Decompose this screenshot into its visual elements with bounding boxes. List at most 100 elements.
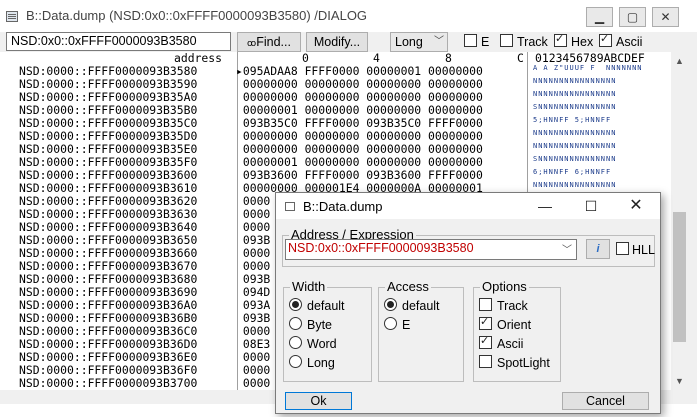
dialog-minimize-icon[interactable]: — (534, 197, 556, 215)
close-button[interactable]: ✕ (652, 7, 679, 27)
width-radio-word[interactable]: Word (289, 336, 337, 351)
header-col-c: C (517, 52, 524, 65)
hll-checkbox-box (616, 242, 629, 255)
access-radio-e[interactable]: E (384, 317, 410, 332)
dump-row-ascii: NNNNNNNNNNNNNNNN (533, 181, 617, 189)
expression-input[interactable]: NSD:0x0::0xFFFF0000093B3580 ﹀ (285, 239, 577, 260)
hex-checkbox-label: Hex (571, 35, 594, 49)
access-option-label: E (402, 318, 411, 332)
option-label: Track (497, 299, 528, 313)
e-checkbox-box (464, 34, 477, 47)
track-checkbox-label: Track (517, 35, 548, 49)
scroll-up-icon[interactable]: ▲ (675, 56, 684, 66)
hll-checkbox[interactable]: HLL (616, 242, 655, 257)
scroll-down-icon[interactable]: ▼ (675, 376, 684, 386)
chevron-down-icon: ﹀ (434, 36, 444, 47)
expression-value: NSD:0x0::0xFFFF0000093B3580 (288, 241, 474, 255)
dump-row-ascii: 6;HNNFF 6;HNNFF (533, 168, 612, 176)
width-option-label: Long (307, 356, 335, 370)
info-icon: i (596, 243, 600, 255)
hll-label: HLL (632, 243, 655, 257)
toolbar: NSD:0x0::0xFFFF0000093B3580 ꝏFind... Mod… (0, 32, 697, 52)
vertical-scrollbar[interactable]: ▲ ▼ (671, 52, 689, 390)
binoculars-icon: ꝏ (247, 38, 257, 48)
width-option-label: Byte (307, 318, 333, 332)
dump-row-ascii: NNNNNNNNNNNNNNNN (533, 142, 617, 150)
dialog-maximize-icon[interactable]: ☐ (580, 197, 602, 215)
options-group: Options Track Orient Ascii SpotLight (473, 279, 561, 382)
dump-row-address: NSD:0000::FFFF0000093B3700 (19, 376, 198, 390)
title-bar: B::Data.dump (NSD:0x0::0xFFFF0000093B358… (0, 0, 697, 32)
width-radio-long[interactable]: Long (289, 355, 335, 370)
access-radio-default[interactable]: default (384, 298, 440, 313)
chevron-down-icon[interactable]: ﹀ (562, 241, 572, 256)
option-label: SpotLight (497, 356, 550, 370)
radio-button (289, 355, 302, 368)
checkbox-box (479, 355, 492, 368)
checkbox-box (479, 334, 492, 349)
dump-row-ascii: NNNNNNNNNNNNNNNN (533, 90, 617, 98)
address-input[interactable]: NSD:0x0::0xFFFF0000093B3580 (6, 32, 231, 51)
radio-button (289, 317, 302, 330)
width-select-value: Long (395, 35, 423, 49)
option-label: Ascii (497, 337, 524, 351)
dialog-window-icon (285, 202, 295, 211)
close-icon: ✕ (660, 10, 671, 24)
modify-button[interactable]: Modify... (306, 32, 368, 52)
width-radio-default[interactable]: default (289, 298, 345, 313)
access-group: Access default E (378, 279, 464, 382)
width-radio-byte[interactable]: Byte (289, 317, 332, 332)
checkbox-box (479, 298, 492, 311)
option-orient-checkbox[interactable]: Orient (479, 315, 532, 332)
scroll-thumb[interactable] (673, 212, 686, 342)
option-track-checkbox[interactable]: Track (479, 298, 528, 313)
window-title: B::Data.dump (NSD:0x0::0xFFFF0000093B358… (26, 8, 368, 23)
hex-checkbox[interactable]: Hex (554, 32, 594, 50)
width-option-label: Word (307, 337, 337, 351)
width-group: Width default Byte Word Long (283, 279, 372, 382)
info-button[interactable]: i (586, 239, 610, 259)
find-button[interactable]: ꝏFind... (237, 32, 301, 52)
ascii-checkbox-box (599, 32, 612, 47)
cancel-button[interactable]: Cancel (562, 392, 649, 410)
width-option-label: default (307, 299, 345, 313)
track-checkbox-box (500, 34, 513, 47)
radio-button (384, 298, 397, 311)
maximize-button[interactable]: ▢ (619, 7, 646, 27)
hex-checkbox-box (554, 32, 567, 47)
dump-row-ascii: NNNNNNNNNNNNNNNN (533, 129, 617, 137)
data-dump-dialog: B::Data.dump — ☐ ✕ Address / Expression … (275, 192, 661, 414)
radio-button (289, 298, 302, 311)
width-group-label: Width (290, 279, 328, 294)
track-checkbox[interactable]: Track (500, 34, 548, 50)
dump-row-ascii: SNNNNNNNNNNNNNNN (533, 155, 617, 163)
access-group-label: Access (385, 279, 431, 294)
option-spotlight-checkbox[interactable]: SpotLight (479, 355, 550, 370)
window-icon (6, 11, 18, 22)
option-label: Orient (497, 318, 532, 332)
ok-button[interactable]: Ok (285, 392, 352, 410)
find-label: Find... (256, 35, 291, 49)
maximize-icon: ▢ (626, 10, 639, 24)
dump-row-ascii: SNNNNNNNNNNNNNNN (533, 103, 617, 111)
dump-row-ascii: 5;HNNFF 5;HNNFF (533, 116, 612, 124)
access-option-label: default (402, 299, 440, 313)
dump-row-hex[interactable]: 0000 (236, 377, 270, 390)
width-select[interactable]: Long ﹀ (390, 32, 448, 52)
dialog-title: B::Data.dump (303, 199, 383, 214)
option-ascii-checkbox[interactable]: Ascii (479, 334, 524, 351)
ascii-checkbox[interactable]: Ascii (599, 32, 643, 50)
checkbox-box (479, 315, 492, 330)
dialog-close-icon[interactable]: ✕ (625, 197, 647, 215)
radio-button (289, 336, 302, 349)
dump-row-ascii: NNNNNNNNNNNNNNNN (533, 77, 617, 85)
minimize-icon: ▁ (594, 10, 605, 24)
e-checkbox[interactable]: E (464, 34, 489, 50)
minimize-button[interactable]: ▁ (586, 7, 613, 27)
options-group-label: Options (480, 279, 529, 294)
dump-row-ascii: A A Z"UUUF F NNNNNNN (533, 64, 643, 72)
ascii-checkbox-label: Ascii (616, 35, 643, 49)
radio-button (384, 317, 397, 330)
dialog-title-bar: B::Data.dump — ☐ ✕ (276, 193, 660, 219)
e-checkbox-label: E (481, 35, 490, 49)
